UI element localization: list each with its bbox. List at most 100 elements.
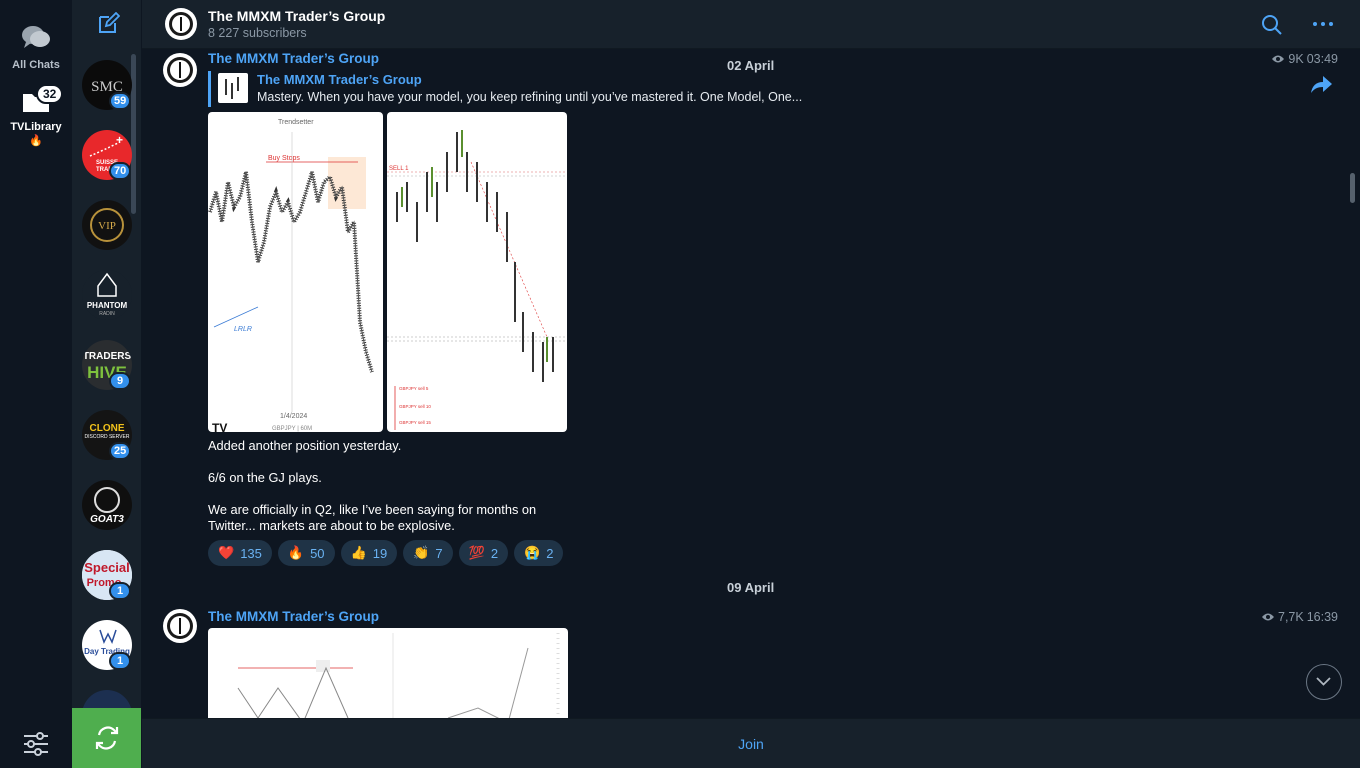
photo-label-buy: Buy Stops	[268, 155, 300, 162]
trade-chart-image: SELL 1 GBPJPY sell 5 GBPJPY sell 10 GBPJ…	[387, 130, 567, 430]
reaction-count: 2	[546, 545, 554, 561]
reaction-count: 19	[372, 545, 388, 561]
chart-photo-1[interactable]: Trendsetter Buy Stops LRLR 1/4/2024 GBPJ…	[208, 112, 383, 432]
svg-text:VIP: VIP	[98, 220, 116, 232]
channel-title: The MMXM Trader’s Group	[208, 8, 386, 24]
photo-caption: Trendsetter	[278, 119, 314, 126]
message-time: 03:49	[1306, 52, 1338, 66]
reaction-thumbs-up[interactable]: 👍 19	[340, 540, 398, 566]
message-sender[interactable]: The MMXM Trader’s Group	[208, 609, 379, 624]
message-paragraph: 6/6 on the GJ plays.	[208, 470, 322, 485]
photo2-row-1: GBPJPY sell 5	[399, 386, 429, 391]
photo-label-lrlr: LRLR	[234, 326, 252, 333]
chat-list: SMC 59 + SUISSE TRADIN 70 VIP PHANTOM RA…	[72, 0, 142, 768]
message-avatar[interactable]	[162, 608, 198, 644]
chat-avatar-goat[interactable]: GOAT3	[82, 480, 132, 530]
svg-text:RADIN: RADIN	[99, 311, 115, 317]
chart-photo-3[interactable]	[208, 628, 568, 718]
photo2-row-2: GBPJPY sell 10	[399, 404, 431, 409]
chat-main: The MMXM Trader’s Group 8 227 subscriber…	[142, 0, 1360, 768]
compose-icon[interactable]	[96, 12, 120, 36]
reaction-crying[interactable]: 😭 2	[514, 540, 564, 566]
view-count: 9K	[1288, 52, 1304, 66]
reaction-bar: ❤️ 135 🔥 50 👍 19 👏 7 💯 2 😭 2	[208, 540, 564, 566]
message-time: 16:39	[1306, 610, 1338, 624]
reply-thumbnail	[218, 73, 248, 103]
folder-all-chats-label: All Chats	[12, 59, 60, 71]
thumbs-up-emoji: 👍	[350, 545, 367, 560]
unread-badge: 70	[109, 162, 132, 180]
reaction-count: 50	[310, 545, 325, 561]
view-count: 7,7K	[1278, 610, 1304, 624]
folder-all-chats[interactable]: All Chats	[0, 24, 72, 71]
message-list[interactable]: The MMXM Trader’s Group 02 April 9K 03:4…	[142, 49, 1360, 718]
reaction-count: 7	[435, 545, 443, 561]
goat-logo-icon: GOAT3	[90, 487, 124, 525]
svg-text:TRADERS: TRADERS	[83, 351, 132, 362]
svg-text:PHANTOM: PHANTOM	[87, 301, 128, 310]
sliders-settings-icon[interactable]	[22, 730, 50, 758]
message-meta: 7,7K 16:39	[1261, 610, 1338, 624]
date-separator: 09 April	[727, 580, 775, 595]
reaction-fire[interactable]: 🔥 50	[277, 540, 335, 566]
folder-tvlibrary[interactable]: 32 TVLibrary 🔥	[0, 84, 72, 147]
refresh-button[interactable]	[72, 708, 141, 768]
unread-badge: 9	[109, 372, 131, 390]
forwarded-reply[interactable]: The MMXM Trader’s Group Mastery. When yo…	[208, 71, 868, 107]
message-body: Added another position yesterday. 6/6 on…	[208, 438, 568, 550]
forward-share-icon[interactable]	[1310, 73, 1334, 95]
chat-avatar-vip[interactable]: VIP	[82, 200, 132, 250]
bottom-bar: Join	[142, 718, 1360, 768]
folder-rail: All Chats 32 TVLibrary 🔥	[0, 0, 72, 768]
hundred-emoji: 💯	[468, 545, 485, 560]
search-icon[interactable]	[1260, 13, 1284, 37]
folder-unread-badge: 32	[36, 84, 64, 104]
svg-text:Special: Special	[84, 560, 130, 575]
join-button[interactable]: Join	[142, 719, 1360, 768]
photo-pair: GBPJPY | 60M	[272, 426, 312, 432]
photo2-label-sell: SELL 1	[389, 166, 409, 172]
photo-date: 1/4/2024	[280, 413, 307, 420]
chat-avatar-phantom[interactable]: PHANTOM RADIN	[82, 270, 132, 320]
unread-badge: 1	[109, 652, 131, 670]
folder-tvlibrary-label: TVLibrary	[10, 121, 62, 133]
chart-image-partial	[237, 633, 560, 718]
more-options-icon[interactable]	[1310, 14, 1336, 34]
svg-text:GOAT3: GOAT3	[90, 514, 124, 525]
message-sender[interactable]: The MMXM Trader’s Group	[208, 51, 379, 66]
svg-text:TV: TV	[212, 421, 227, 432]
message-paragraph: Added another position yesterday.	[208, 438, 402, 453]
channel-avatar[interactable]	[164, 7, 198, 41]
message-meta: 9K 03:49	[1271, 52, 1338, 66]
reaction-clap[interactable]: 👏 7	[403, 540, 453, 566]
svg-text:+: +	[116, 133, 123, 147]
photo2-row-3: GBPJPY sell 15	[399, 420, 431, 425]
chat-bubbles-icon	[22, 26, 50, 48]
heart-emoji: ❤️	[218, 545, 235, 560]
eye-icon	[1272, 55, 1285, 63]
reaction-count: 135	[240, 545, 262, 561]
phantom-logo-icon: PHANTOM RADIN	[87, 272, 128, 317]
unread-badge: 59	[109, 92, 132, 110]
message-avatar[interactable]	[162, 52, 198, 88]
message-paragraph: We are officially in Q2, like I’ve been …	[208, 502, 537, 533]
reaction-hundred[interactable]: 💯 2	[458, 540, 509, 566]
reply-text: Mastery. When you have your model, you k…	[257, 90, 803, 104]
eye-icon	[1262, 613, 1274, 621]
svg-text:CLONE: CLONE	[90, 423, 125, 434]
refresh-icon	[95, 726, 119, 750]
chat-header[interactable]: The MMXM Trader’s Group 8 227 subscriber…	[142, 0, 1360, 49]
unread-badge: 1	[109, 582, 131, 600]
reaction-count: 2	[490, 545, 499, 561]
reply-sender: The MMXM Trader’s Group	[257, 72, 422, 87]
message-scrollbar[interactable]	[1350, 173, 1355, 203]
chart-photo-2[interactable]: SELL 1 GBPJPY sell 5 GBPJPY sell 10 GBPJ…	[387, 112, 567, 432]
fire-emoji: 🔥	[287, 545, 305, 560]
scroll-down-button[interactable]	[1306, 664, 1342, 700]
telegram-app: All Chats 32 TVLibrary 🔥 SMC 59 + SUISSE…	[0, 0, 1360, 768]
subscriber-count: 8 227 subscribers	[208, 26, 307, 40]
chat-list-scrollbar[interactable]	[131, 54, 136, 214]
svg-text:DISCORD SERVER: DISCORD SERVER	[85, 434, 130, 440]
vip-logo-icon: VIP	[90, 208, 124, 242]
reaction-heart[interactable]: ❤️ 135	[208, 540, 272, 566]
